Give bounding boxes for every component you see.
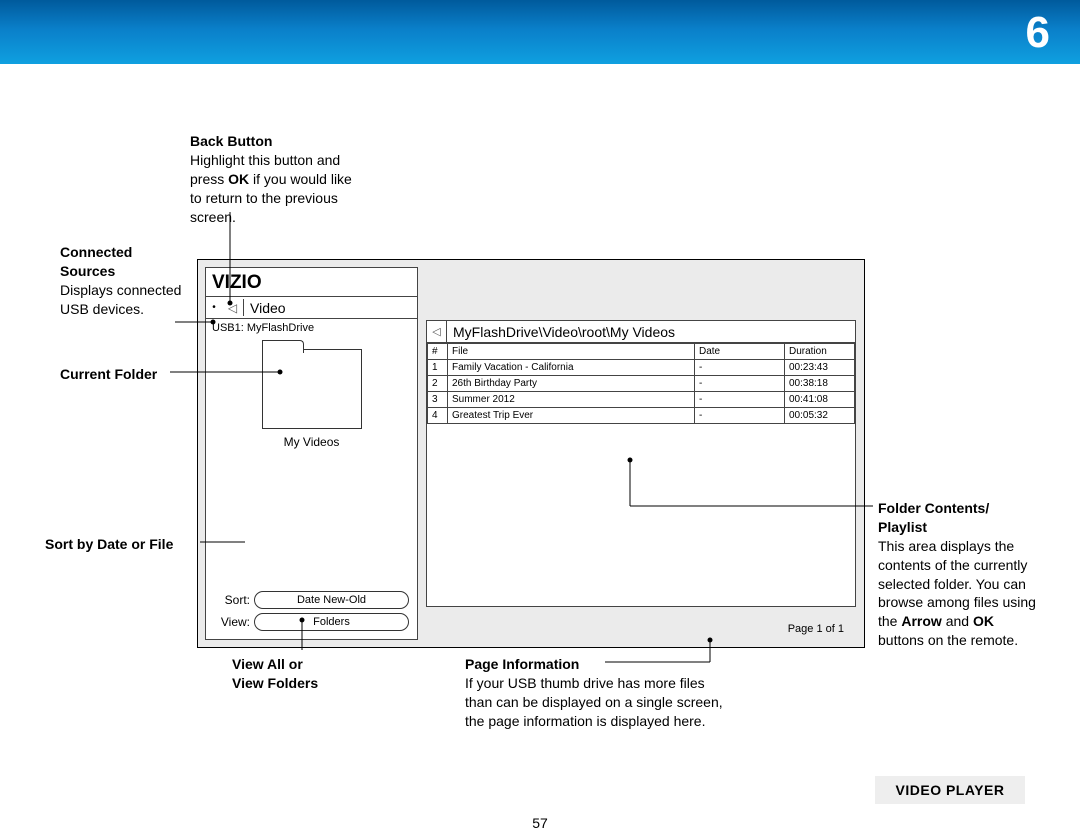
- video-section-row[interactable]: ◁ Video: [206, 297, 417, 319]
- callout-page-information: Page Information If your USB thumb drive…: [465, 655, 725, 731]
- left-pane: VIZIO ◁ Video USB1: MyFlashDrive My Vide…: [205, 267, 418, 640]
- page-info-label: Page 1 of 1: [788, 623, 844, 635]
- callout-folder-contents: Folder Contents/ Playlist This area disp…: [878, 499, 1038, 650]
- page-number: 57: [0, 815, 1080, 831]
- media-player-screenshot: VIZIO ◁ Video USB1: MyFlashDrive My Vide…: [197, 259, 865, 648]
- view-label: View:: [214, 615, 254, 629]
- current-folder-label: My Videos: [206, 435, 417, 449]
- view-value-pill[interactable]: Folders: [254, 613, 409, 631]
- col-idx-header: #: [428, 344, 448, 360]
- table-row[interactable]: 1 Family Vacation - California - 00:23:4…: [428, 360, 855, 376]
- breadcrumb-path: MyFlashDrive\Video\root\My Videos: [447, 324, 855, 340]
- sort-value-pill[interactable]: Date New-Old: [254, 591, 409, 609]
- header-band: [0, 0, 1080, 64]
- breadcrumb-back-icon[interactable]: ◁: [427, 321, 447, 342]
- usb-source-row[interactable]: USB1: MyFlashDrive: [206, 319, 417, 337]
- table-row[interactable]: 2 26th Birthday Party - 00:38:18: [428, 376, 855, 392]
- table-row[interactable]: 4 Greatest Trip Ever - 00:05:32: [428, 408, 855, 424]
- col-duration-header: Duration: [785, 344, 855, 360]
- callout-connected-sources: Connected Sources Displays connected USB…: [60, 243, 195, 319]
- folder-icon[interactable]: [262, 349, 362, 429]
- breadcrumb-row: ◁ MyFlashDrive\Video\root\My Videos: [427, 321, 855, 343]
- table-row[interactable]: 3 Summer 2012 - 00:41:08: [428, 392, 855, 408]
- current-folder-block: My Videos: [206, 349, 417, 449]
- caption-label: VIDEO PLAYER: [875, 776, 1025, 804]
- callout-back-button: Back Button Highlight this button and pr…: [190, 132, 360, 226]
- right-pane: ◁ MyFlashDrive\Video\root\My Videos # Fi…: [426, 320, 856, 607]
- chapter-number: 6: [1026, 8, 1050, 58]
- sort-row: Sort: Date New-Old: [214, 591, 409, 609]
- callout-view-all: View All or View Folders: [232, 655, 318, 693]
- video-label: Video: [244, 300, 417, 316]
- brand-logo: VIZIO: [206, 268, 417, 297]
- file-table: # File Date Duration 1 Family Vacation -…: [427, 343, 855, 424]
- view-row: View: Folders: [214, 613, 409, 631]
- table-header-row: # File Date Duration: [428, 344, 855, 360]
- back-icon[interactable]: ◁: [222, 299, 244, 316]
- sort-label: Sort:: [214, 593, 254, 607]
- sort-view-block: Sort: Date New-Old View: Folders: [214, 587, 409, 631]
- callout-sort-by: Sort by Date or File: [45, 535, 173, 554]
- callout-current-folder: Current Folder: [60, 365, 157, 384]
- col-date-header: Date: [695, 344, 785, 360]
- bullet-icon: [206, 299, 222, 316]
- col-file-header: File: [448, 344, 695, 360]
